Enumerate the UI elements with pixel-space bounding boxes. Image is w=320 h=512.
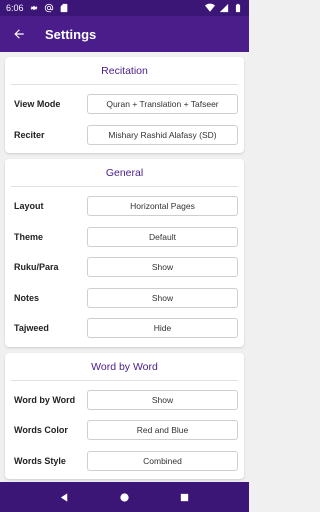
setting-row-notes: Notes Show xyxy=(11,283,238,314)
section-recitation: Recitation View Mode Quran + Translation… xyxy=(5,57,244,153)
signal-icon xyxy=(219,3,229,13)
battery-icon xyxy=(233,3,243,13)
setting-row-tajweed: Tajweed Hide xyxy=(11,313,238,344)
setting-row-word-by-word: Word by Word Show xyxy=(11,385,238,416)
app-bar: Settings xyxy=(0,16,249,52)
notes-selector[interactable]: Show xyxy=(87,287,238,308)
theme-selector[interactable]: Default xyxy=(87,226,238,247)
tajweed-selector[interactable]: Hide xyxy=(87,318,238,339)
setting-row-ruku-para: Ruku/Para Show xyxy=(11,252,238,283)
home-circle-icon[interactable] xyxy=(117,490,131,504)
section-word-by-word: Word by Word Word by Word Show Words Col… xyxy=(5,352,244,479)
setting-row-view-mode: View Mode Quran + Translation + Tafseer xyxy=(11,89,238,120)
setting-label-words-color: Words Color xyxy=(14,425,68,436)
status-bar: 6:06 xyxy=(0,0,249,16)
page-title: Settings xyxy=(45,26,97,42)
section-title-word-by-word: Word by Word xyxy=(11,353,238,381)
wifi-icon xyxy=(205,3,215,13)
view-mode-selector[interactable]: Quran + Translation + Tafseer xyxy=(87,94,238,115)
words-color-selector[interactable]: Red and Blue xyxy=(87,420,238,441)
setting-label-view-mode: View Mode xyxy=(14,99,61,110)
recents-square-icon[interactable] xyxy=(177,490,191,504)
setting-row-words-color: Words Color Red and Blue xyxy=(11,415,238,446)
words-style-selector[interactable]: Combined xyxy=(87,450,238,471)
settings-list: Recitation View Mode Quran + Translation… xyxy=(0,52,249,482)
status-time: 6:06 xyxy=(6,3,24,13)
word-by-word-selector[interactable]: Show xyxy=(87,389,238,410)
setting-label-tajweed: Tajweed xyxy=(14,323,49,334)
setting-label-ruku-para: Ruku/Para xyxy=(14,262,59,273)
setting-label-words-style: Words Style xyxy=(14,455,66,466)
section-title-recitation: Recitation xyxy=(11,57,238,85)
layout-selector[interactable]: Horizontal Pages xyxy=(87,196,238,217)
setting-row-theme: Theme Default xyxy=(11,222,238,253)
setting-row-words-style: Words Style Combined xyxy=(11,446,238,477)
section-title-general: General xyxy=(11,159,238,187)
setting-row-layout: Layout Horizontal Pages xyxy=(11,191,238,222)
ruku-para-selector[interactable]: Show xyxy=(87,257,238,278)
system-nav-bar xyxy=(0,482,249,512)
setting-row-reciter: Reciter Mishary Rashid Alafasy (SD) xyxy=(11,120,238,151)
sim-card-icon xyxy=(59,3,69,13)
gear-icon xyxy=(29,3,39,13)
setting-label-reciter: Reciter xyxy=(14,129,45,140)
setting-label-word-by-word: Word by Word xyxy=(14,394,76,405)
back-triangle-icon[interactable] xyxy=(58,490,72,504)
setting-label-layout: Layout xyxy=(14,201,44,212)
at-icon xyxy=(44,3,54,13)
section-general: General Layout Horizontal Pages Theme De… xyxy=(5,159,244,347)
setting-label-theme: Theme xyxy=(14,231,44,242)
setting-label-notes: Notes xyxy=(14,292,40,303)
reciter-selector[interactable]: Mishary Rashid Alafasy (SD) xyxy=(87,124,238,145)
arrow-left-icon[interactable] xyxy=(10,25,28,43)
